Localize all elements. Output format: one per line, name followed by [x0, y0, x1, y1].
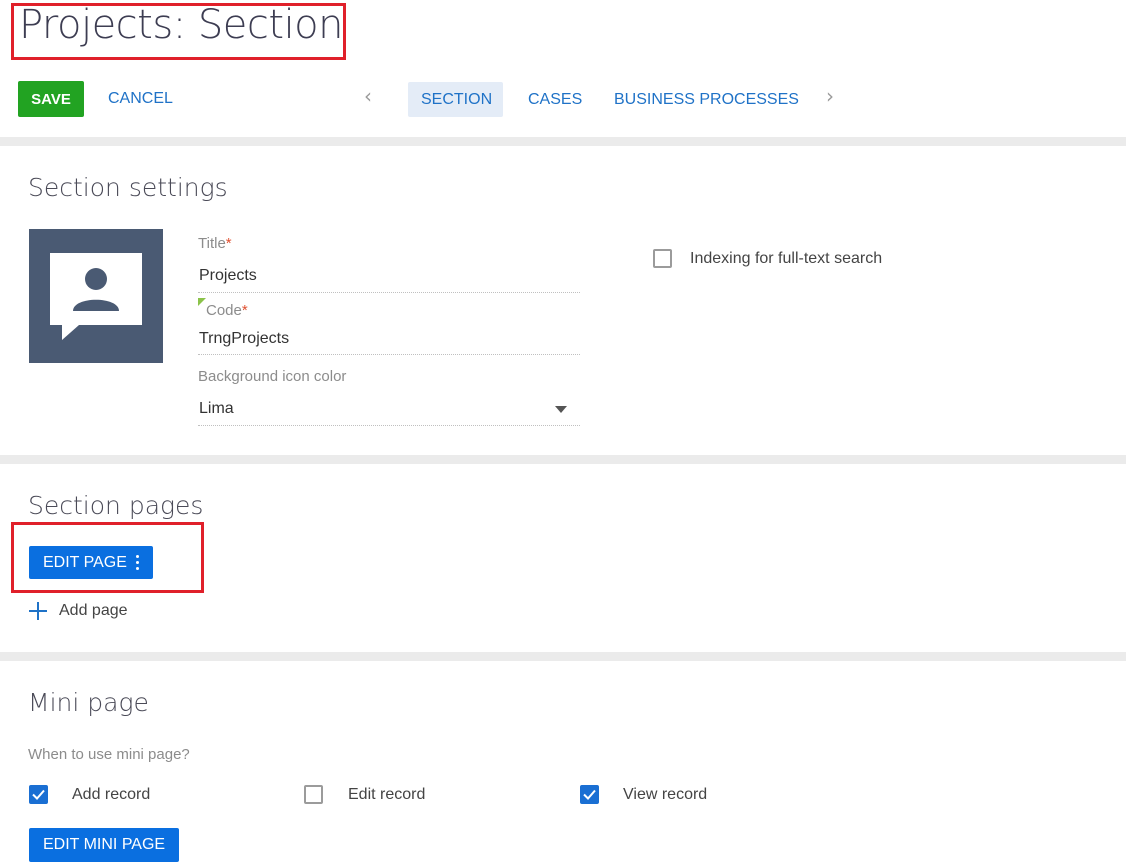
- tabs-scroll-right-icon[interactable]: ›: [826, 84, 834, 108]
- edit-record-label: Edit record: [348, 786, 426, 803]
- view-record-label: View record: [623, 786, 708, 803]
- save-button[interactable]: SAVE: [18, 81, 84, 117]
- code-field-underline: [198, 354, 580, 355]
- highlight-edit-page-box: [11, 522, 204, 593]
- required-mark: *: [225, 235, 232, 252]
- mini-page-heading: Mini page: [28, 688, 149, 717]
- cancel-button[interactable]: CANCEL: [98, 81, 183, 117]
- tab-cases[interactable]: CASES: [515, 82, 595, 117]
- add-page-button[interactable]: Add page: [28, 601, 128, 621]
- checkmark-icon: [32, 789, 45, 800]
- add-record-checkbox[interactable]: [29, 785, 48, 804]
- plus-icon: [28, 601, 48, 621]
- chevron-down-icon[interactable]: [555, 406, 567, 413]
- tab-business-processes[interactable]: BUSINESS PROCESSES: [601, 82, 812, 117]
- person-chat-icon: [50, 253, 142, 340]
- changed-marker: [198, 298, 206, 306]
- section-pages-heading: Section pages: [28, 491, 204, 520]
- indexing-label: Indexing for full-text search: [690, 250, 883, 267]
- edit-record-checkbox[interactable]: [304, 785, 323, 804]
- highlight-title-box: [11, 3, 346, 60]
- code-field[interactable]: TrngProjects: [199, 330, 289, 348]
- title-field-label: Title*: [198, 235, 232, 252]
- view-record-checkbox[interactable]: [580, 785, 599, 804]
- bg-color-field-label: Background icon color: [198, 368, 347, 385]
- tab-section[interactable]: SECTION: [408, 82, 503, 117]
- required-mark: *: [241, 302, 248, 319]
- divider: [0, 652, 1126, 661]
- title-field[interactable]: Projects: [199, 267, 257, 285]
- checkmark-icon: [583, 789, 596, 800]
- add-page-label: Add page: [59, 602, 128, 619]
- toolbar: SAVE CANCEL ‹ SECTION CASES BUSINESS PRO…: [0, 80, 1126, 120]
- code-field-label: Code*: [206, 302, 248, 319]
- bg-color-select[interactable]: Lima: [199, 400, 234, 418]
- divider: [0, 137, 1126, 146]
- title-field-underline: [198, 292, 580, 293]
- mini-page-hint: When to use mini page?: [28, 746, 190, 763]
- divider: [0, 455, 1126, 464]
- edit-mini-page-button[interactable]: EDIT MINI PAGE: [29, 828, 180, 862]
- section-icon-tile[interactable]: [29, 229, 163, 363]
- indexing-checkbox[interactable]: [653, 249, 672, 268]
- tabs-scroll-left-icon[interactable]: ‹: [364, 84, 372, 108]
- add-record-label: Add record: [72, 786, 151, 803]
- bg-color-underline: [198, 425, 580, 426]
- section-settings-heading: Section settings: [28, 173, 228, 202]
